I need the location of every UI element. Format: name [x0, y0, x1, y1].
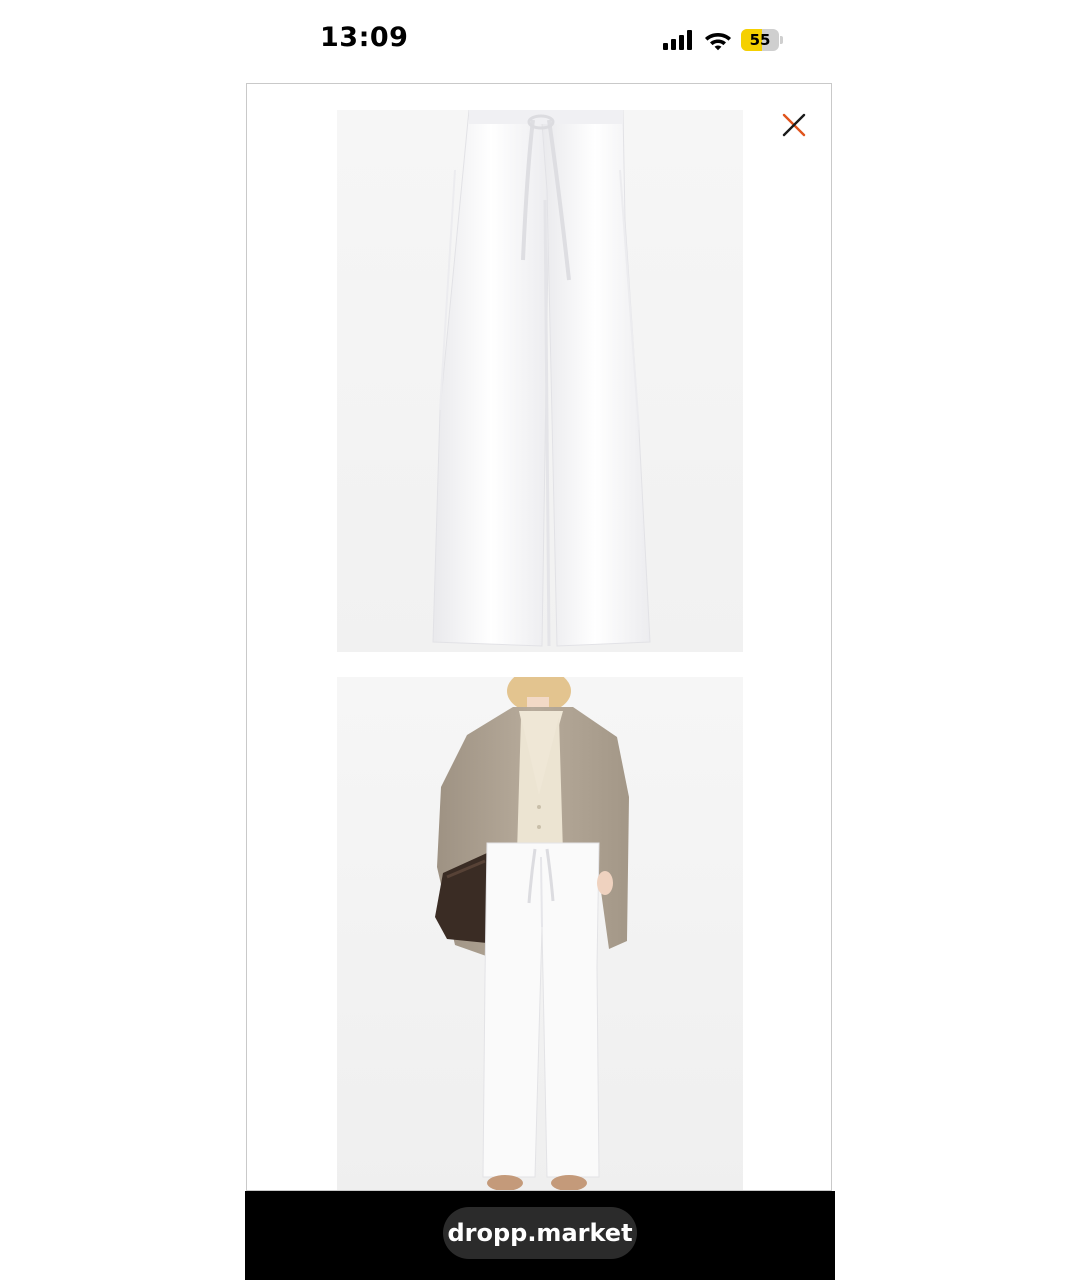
- battery-body: 55: [741, 29, 779, 51]
- battery-level: 55: [749, 31, 771, 49]
- status-time: 13:09: [320, 22, 409, 53]
- battery-cap: [780, 36, 783, 44]
- trousers-illustration: [337, 110, 743, 652]
- browser-bottom-bar: dropp.market: [245, 1191, 835, 1280]
- status-bar: 13:09 55: [0, 0, 1080, 80]
- cellular-signal-icon: [663, 30, 692, 50]
- product-image-trousers[interactable]: [337, 110, 743, 652]
- close-button[interactable]: [777, 108, 811, 142]
- product-image-model[interactable]: [337, 677, 743, 1190]
- wifi-icon: [705, 33, 731, 51]
- model-illustration: [337, 677, 743, 1190]
- url-address-pill[interactable]: dropp.market: [443, 1207, 637, 1259]
- battery-indicator: 55: [741, 29, 783, 51]
- close-icon: [782, 113, 806, 137]
- image-viewer-modal: [246, 83, 832, 1191]
- screen: 13:09 55 dropp.market: [0, 0, 1080, 1280]
